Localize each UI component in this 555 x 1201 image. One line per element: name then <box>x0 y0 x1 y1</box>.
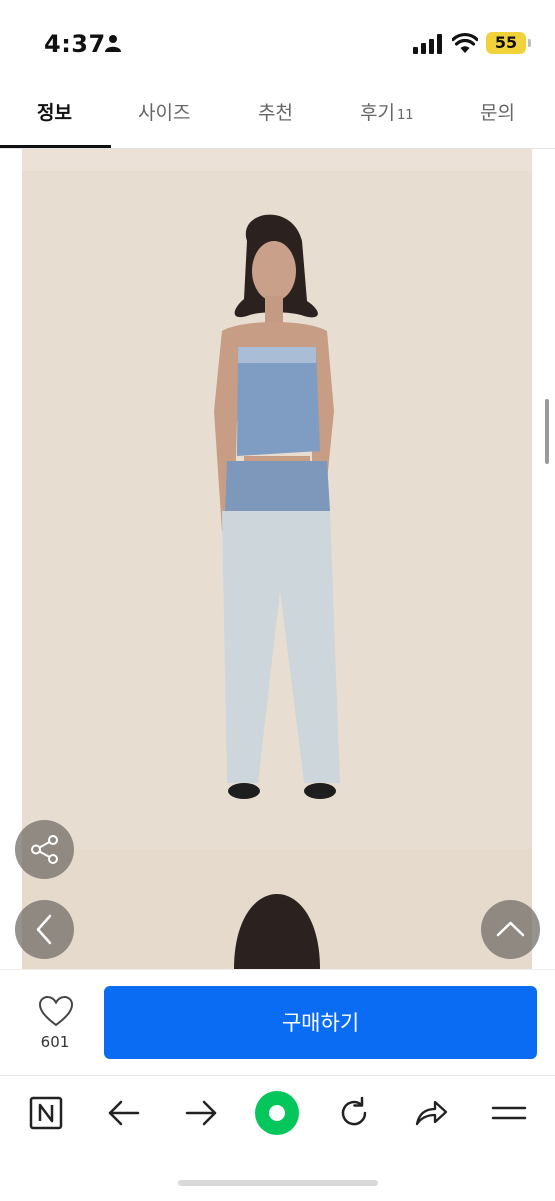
tab-reviews-label: 후기 <box>360 102 395 124</box>
heart-icon <box>38 995 74 1027</box>
buy-button[interactable]: 구매하기 <box>104 986 537 1059</box>
arrow-right-icon[interactable] <box>181 1093 221 1133</box>
wifi-icon <box>452 32 478 53</box>
arrow-left-icon[interactable] <box>104 1093 144 1133</box>
refresh-icon[interactable] <box>334 1093 374 1133</box>
share-icon <box>31 835 58 864</box>
product-detail-content <box>0 149 555 969</box>
product-tabs: 정보 사이즈 추천 후기 11 문의 <box>0 88 555 149</box>
tab-reviews-count: 11 <box>396 108 414 123</box>
previous-button[interactable] <box>15 900 74 959</box>
model-hair-illustration <box>234 894 320 969</box>
naver-n-icon[interactable] <box>26 1093 66 1133</box>
tab-reviews[interactable]: 후기 11 <box>360 98 414 125</box>
chevron-up-icon <box>496 921 525 937</box>
battery-icon: 55 <box>486 32 526 54</box>
menu-icon[interactable] <box>489 1093 529 1133</box>
tab-inquiry[interactable]: 문의 <box>480 98 515 125</box>
share-button[interactable] <box>15 820 74 879</box>
product-photo-second <box>22 849 532 969</box>
product-photo <box>22 171 532 849</box>
home-indicator[interactable] <box>178 1180 378 1186</box>
person-icon <box>105 35 121 52</box>
signal-icon <box>413 34 442 54</box>
battery-level: 55 <box>494 33 518 52</box>
like-count: 601 <box>40 1033 70 1051</box>
status-time: 4:37 <box>44 30 106 58</box>
model-illustration <box>214 214 340 799</box>
active-tab-indicator <box>0 145 111 148</box>
status-bar: 4:37 55 <box>0 0 555 88</box>
scrollbar[interactable] <box>545 399 549 464</box>
battery-tip <box>528 39 531 47</box>
photo-strip <box>22 149 532 171</box>
green-circle-icon[interactable] <box>254 1090 300 1136</box>
scroll-top-button[interactable] <box>481 900 540 959</box>
tab-recommend[interactable]: 추천 <box>258 98 293 125</box>
chevron-left-icon <box>36 914 52 945</box>
like-button[interactable]: 601 <box>24 995 86 1055</box>
tab-info[interactable]: 정보 <box>37 98 72 125</box>
tab-size[interactable]: 사이즈 <box>138 98 190 125</box>
share-arrow-icon[interactable] <box>411 1093 451 1133</box>
